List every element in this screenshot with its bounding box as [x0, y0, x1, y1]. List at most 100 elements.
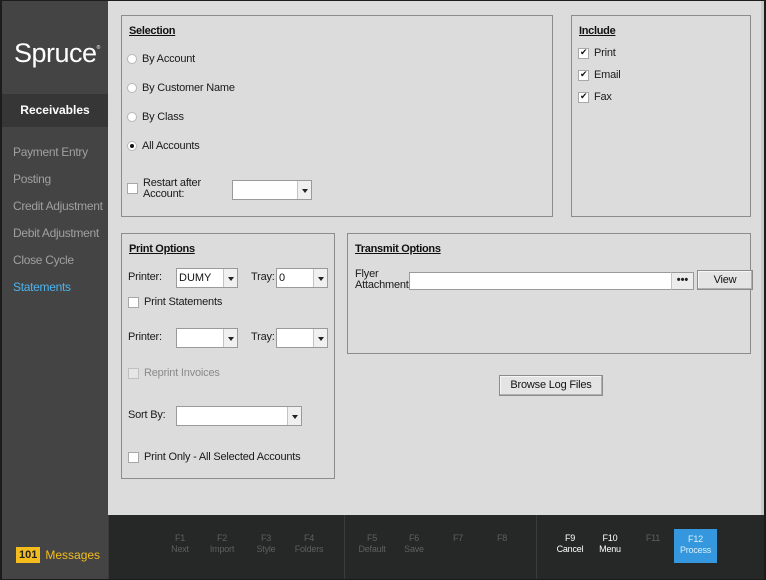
fkey-f3-style[interactable]: F3 Style — [243, 533, 289, 571]
browse-flyer-button[interactable]: ••• — [671, 272, 694, 290]
fkey-label: Default — [358, 544, 386, 554]
include-title: Include — [579, 25, 616, 37]
radio-label: All Accounts — [142, 140, 200, 152]
chevron-down-icon[interactable] — [223, 329, 237, 347]
include-email-checkbox[interactable]: Email — [578, 69, 621, 81]
fkey-key: F12 — [688, 534, 703, 544]
print-only-selected-checkbox[interactable]: Print Only - All Selected Accounts — [128, 451, 301, 463]
checkbox-label: Fax — [594, 91, 612, 103]
radio-button-selected[interactable] — [127, 141, 137, 151]
combo-value[interactable] — [233, 181, 297, 199]
fkey-key: F8 — [496, 533, 508, 543]
checkbox[interactable] — [128, 451, 139, 463]
chevron-down-icon[interactable] — [297, 181, 311, 199]
chevron-down-icon[interactable] — [223, 269, 237, 287]
sidebar-item-posting[interactable]: Posting — [2, 168, 108, 195]
sort-by-combo[interactable] — [176, 406, 302, 426]
include-print-checkbox[interactable]: Print — [578, 47, 616, 59]
chevron-down-icon[interactable] — [313, 269, 327, 287]
checkbox-disabled — [128, 367, 139, 379]
radio-button[interactable] — [127, 112, 137, 122]
sidebar-nav: Payment Entry Posting Credit Adjustment … — [2, 141, 108, 303]
fkey-f11[interactable]: F11 — [630, 533, 676, 571]
fkey-key: F2 — [216, 533, 228, 543]
function-key-bar: F1 Next F2 Import F3 Style F4 Folders F5 Defa… — [108, 515, 764, 579]
fkey-key: F11 — [645, 533, 661, 543]
radio-label: By Customer Name — [142, 82, 235, 94]
print-statements-checkbox[interactable]: Print Statements — [128, 296, 222, 308]
combo-value[interactable] — [177, 329, 223, 347]
combo-value[interactable]: 0 — [277, 269, 313, 287]
checkbox-checked[interactable] — [578, 47, 589, 59]
tray2-combo[interactable] — [276, 328, 328, 348]
fkey-key: F10 — [602, 533, 618, 543]
chevron-down-icon[interactable] — [313, 329, 327, 347]
combo-value[interactable]: DUMY — [177, 269, 223, 287]
radio-by-account[interactable]: By Account — [127, 53, 195, 65]
fkey-f2-import[interactable]: F2 Import — [199, 533, 245, 571]
print-options-group: Print Options Printer: DUMY Tray: 0 Prin… — [121, 233, 335, 479]
fkey-label: Import — [209, 544, 235, 554]
fkey-label: Style — [256, 544, 276, 554]
radio-button[interactable] — [127, 83, 137, 93]
fkey-label: Process — [679, 545, 712, 555]
sidebar-item-debit-adjustment[interactable]: Debit Adjustment — [2, 222, 108, 249]
sidebar-item-statements[interactable]: Statements — [2, 276, 108, 303]
checkbox[interactable] — [127, 183, 138, 194]
logo-text: Spruce — [14, 38, 97, 68]
reprint-invoices-checkbox: Reprint Invoices — [128, 367, 220, 379]
combo-value[interactable] — [177, 407, 287, 425]
checkbox-label: Reprint Invoices — [144, 367, 220, 379]
selection-title: Selection — [129, 25, 176, 37]
checkbox-checked[interactable] — [578, 69, 589, 81]
radio-by-customer-name[interactable]: By Customer Name — [127, 82, 235, 94]
include-fax-checkbox[interactable]: Fax — [578, 91, 612, 103]
tray-combo[interactable]: 0 — [276, 268, 328, 288]
checkbox-label: Print — [594, 47, 616, 59]
fkey-f10-menu[interactable]: F10 Menu — [587, 533, 633, 571]
sidebar-item-payment-entry[interactable]: Payment Entry — [2, 141, 108, 168]
fkey-f4-folders[interactable]: F4 Folders — [286, 533, 332, 571]
radio-label: By Class — [142, 111, 184, 123]
radio-all-accounts[interactable]: All Accounts — [127, 140, 200, 152]
fkey-key: F4 — [303, 533, 315, 543]
sidebar: Spruce® Receivables Payment Entry Postin… — [2, 1, 108, 579]
printer-label: Printer: — [128, 271, 162, 283]
fkey-label: Next — [171, 544, 189, 554]
sidebar-item-close-cycle[interactable]: Close Cycle — [2, 249, 108, 276]
fkey-f7[interactable]: F7 — [435, 533, 481, 571]
flyer-attachment-input[interactable] — [409, 272, 672, 290]
fkey-f12-process[interactable]: F12 Process — [674, 529, 717, 563]
combo-value[interactable] — [277, 329, 313, 347]
transmit-options-title: Transmit Options — [355, 243, 441, 255]
browse-log-files-button[interactable]: Browse Log Files — [499, 375, 603, 396]
fkey-f1-next[interactable]: F1 Next — [157, 533, 203, 571]
fkey-f8[interactable]: F8 — [479, 533, 525, 571]
include-group: Include Print Email Fax — [571, 15, 751, 217]
print-options-title: Print Options — [129, 243, 195, 255]
radio-button[interactable] — [127, 54, 137, 64]
fkey-key: F7 — [452, 533, 464, 543]
checkbox-checked[interactable] — [578, 91, 589, 103]
fkey-label: Folders — [294, 544, 324, 554]
sidebar-item-credit-adjustment[interactable]: Credit Adjustment — [2, 195, 108, 222]
messages-link[interactable]: 101 Messages — [16, 547, 100, 563]
fkey-f5-default[interactable]: F5 Default — [349, 533, 395, 571]
printer-combo[interactable]: DUMY — [176, 268, 238, 288]
module-title: Receivables — [2, 94, 108, 127]
transmit-options-group: Transmit Options Flyer Attachment ••• Vie… — [347, 233, 753, 354]
restart-account-combo[interactable] — [232, 180, 312, 200]
radio-by-class[interactable]: By Class — [127, 111, 184, 123]
checkbox[interactable] — [128, 296, 139, 308]
app-window: Spruce® Receivables Payment Entry Postin… — [0, 0, 766, 580]
fkey-key: F6 — [408, 533, 420, 543]
checkbox-label: Email — [594, 69, 621, 81]
spruce-logo: Spruce® — [14, 38, 100, 69]
restart-after-account-checkbox[interactable]: Restart after Account: — [127, 178, 201, 200]
view-button[interactable]: View — [697, 270, 753, 290]
chevron-down-icon[interactable] — [287, 407, 301, 425]
fkey-group-divider — [536, 515, 537, 579]
tray-label: Tray: — [251, 271, 275, 283]
fkey-f6-save[interactable]: F6 Save — [391, 533, 437, 571]
printer2-combo[interactable] — [176, 328, 238, 348]
